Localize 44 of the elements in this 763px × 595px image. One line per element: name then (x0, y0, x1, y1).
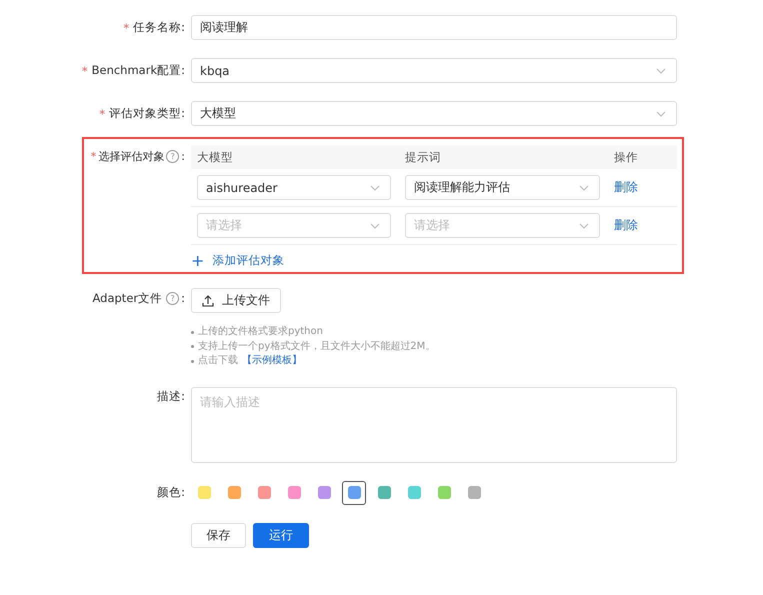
bullet-icon (191, 360, 194, 363)
save-button[interactable]: 保存 (191, 522, 246, 548)
required-mark: * (99, 106, 106, 120)
field-label: 描述: (157, 389, 185, 404)
upload-icon (202, 294, 214, 306)
note-text: 支持上传一个py格式文件，且文件大小不能超过2M。 (198, 340, 436, 354)
help-icon[interactable]: ? (166, 292, 180, 304)
chevron-down-icon (656, 68, 666, 74)
required-mark: * (90, 150, 96, 162)
help-icon[interactable]: ? (166, 150, 180, 162)
delete-link[interactable]: 删除 (614, 218, 638, 232)
colon: : (181, 150, 185, 162)
required-mark: * (82, 64, 88, 78)
bullet-icon (191, 330, 194, 334)
chevron-down-icon (370, 184, 380, 190)
upload-button[interactable]: 上传文件 (191, 288, 281, 313)
color-swatch[interactable] (342, 480, 366, 504)
column-header: 大模型 (196, 150, 234, 164)
field-label: 选择评估对象 (98, 148, 164, 164)
field-label: 颜色: (157, 485, 185, 500)
run-button[interactable]: 运行 (253, 522, 309, 548)
note-text: 点击下载 (198, 354, 238, 368)
template-link[interactable]: 【示例模板】 (242, 354, 302, 368)
colon: : (181, 291, 185, 305)
chevron-down-icon (370, 222, 380, 228)
bullet-icon (191, 345, 194, 348)
chevron-down-icon (579, 222, 589, 228)
note-text: 上传的文件格式要求python (198, 325, 323, 339)
field-label: 评估对象类型: (109, 106, 185, 121)
input-field[interactable]: 阅读理解 (191, 15, 677, 40)
field-label: 任务名称: (133, 20, 185, 35)
select-field[interactable]: 大模型 (191, 101, 677, 126)
description-field[interactable]: 请输入描述 (191, 386, 677, 462)
column-header: 操作 (613, 150, 639, 164)
column-header: 提示词 (404, 150, 442, 164)
select-field[interactable]: kbqa (191, 58, 677, 83)
field-label: Benchmark配置: (92, 63, 185, 78)
select-field[interactable]: aishureader (197, 175, 391, 200)
chevron-down-icon (656, 110, 666, 116)
chevron-down-icon (579, 184, 589, 190)
field-label: Adapter文件 (92, 290, 162, 306)
required-mark: * (123, 20, 130, 34)
select-field[interactable]: 阅读理解能力评估 (405, 175, 600, 200)
delete-link[interactable]: 删除 (614, 180, 638, 194)
